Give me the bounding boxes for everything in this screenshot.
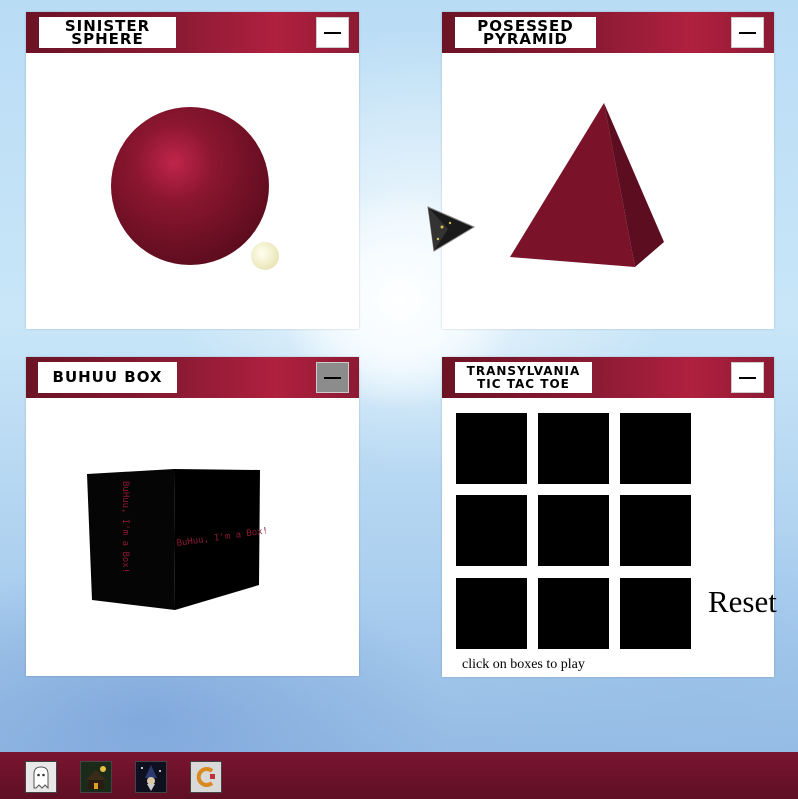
tictactoe-window: TRANSYLVANIA TIC TAC TOE Reset click on … <box>442 357 777 677</box>
pyramid-minimize-button[interactable] <box>731 17 764 48</box>
box-minimize-button[interactable] <box>316 362 349 393</box>
posessed-pyramid-window: POSESSED PYRAMID <box>442 12 774 329</box>
moon-sphere <box>251 242 279 270</box>
wizard-glyph <box>141 765 161 791</box>
pyramid-face-left <box>510 103 635 267</box>
haunted-house-icon[interactable] <box>80 761 112 793</box>
taskbar <box>0 752 798 799</box>
buhuu-box-window: BUHUU BOX BuHuu, I'm a Box! BuHuu, I'm a… <box>26 357 359 676</box>
ttt-cell-4[interactable] <box>456 495 527 566</box>
tictactoe-title-line1: TRANSYLVANIA <box>466 363 581 378</box>
box-face-left <box>87 469 175 610</box>
ttt-cell-5[interactable] <box>538 495 609 566</box>
c-logo-icon[interactable] <box>190 761 222 793</box>
tictactoe-title-line2: TIC TAC TOE <box>477 376 570 391</box>
ttt-cell-7[interactable] <box>456 578 527 649</box>
pyramid-titlebar[interactable]: POSESSED PYRAMID <box>442 12 774 53</box>
pyramid-scene <box>510 103 664 267</box>
ttt-cell-3[interactable] <box>620 413 691 484</box>
tictactoe-minimize-button[interactable] <box>731 362 764 393</box>
box-viewport[interactable]: BuHuu, I'm a Box! BuHuu, I'm a Box! <box>26 398 359 676</box>
minimize-icon <box>324 31 341 34</box>
reset-button[interactable]: Reset <box>708 584 777 620</box>
wizard-icon[interactable] <box>135 761 167 793</box>
sphere-title: SINISTER SPHERE <box>39 17 176 48</box>
ttt-cell-6[interactable] <box>620 495 691 566</box>
tictactoe-titlebar[interactable]: TRANSYLVANIA TIC TAC TOE <box>442 357 774 398</box>
sphere-minimize-button[interactable] <box>316 17 349 48</box>
sphere-titlebar[interactable]: SINISTER SPHERE <box>26 12 359 53</box>
floating-pyramid-icon <box>427 206 476 252</box>
sphere-viewport[interactable] <box>26 53 359 329</box>
c-logo-glyph <box>196 767 215 787</box>
ttt-cell-9[interactable] <box>620 578 691 649</box>
box-title: BUHUU BOX <box>38 362 177 393</box>
tictactoe-title: TRANSYLVANIA TIC TAC TOE <box>455 362 592 393</box>
play-hint: click on boxes to play <box>462 657 585 672</box>
ghost-icon[interactable] <box>25 761 57 793</box>
ttt-cell-8[interactable] <box>538 578 609 649</box>
minimize-icon <box>739 31 756 34</box>
ttt-cell-1[interactable] <box>456 413 527 484</box>
tictactoe-board-area: Reset click on boxes to play <box>442 398 777 677</box>
pyramid-title-line2: PYRAMID <box>483 29 568 48</box>
haunted-house-glyph <box>86 766 106 789</box>
sphere <box>111 107 269 265</box>
sinister-sphere-window: SINISTER SPHERE <box>26 12 359 329</box>
ghost-glyph <box>33 766 49 790</box>
minimize-icon <box>324 376 341 379</box>
pyramid-title: POSESSED PYRAMID <box>455 17 596 48</box>
box-titlebar[interactable]: BUHUU BOX <box>26 357 359 398</box>
minimize-icon <box>739 376 756 379</box>
ttt-cell-2[interactable] <box>538 413 609 484</box>
box-face-text-side: BuHuu, I'm a Box! <box>120 481 130 573</box>
sphere-scene <box>111 107 279 270</box>
pyramid-viewport[interactable] <box>442 53 774 329</box>
box-scene: BuHuu, I'm a Box! BuHuu, I'm a Box! <box>87 469 269 610</box>
